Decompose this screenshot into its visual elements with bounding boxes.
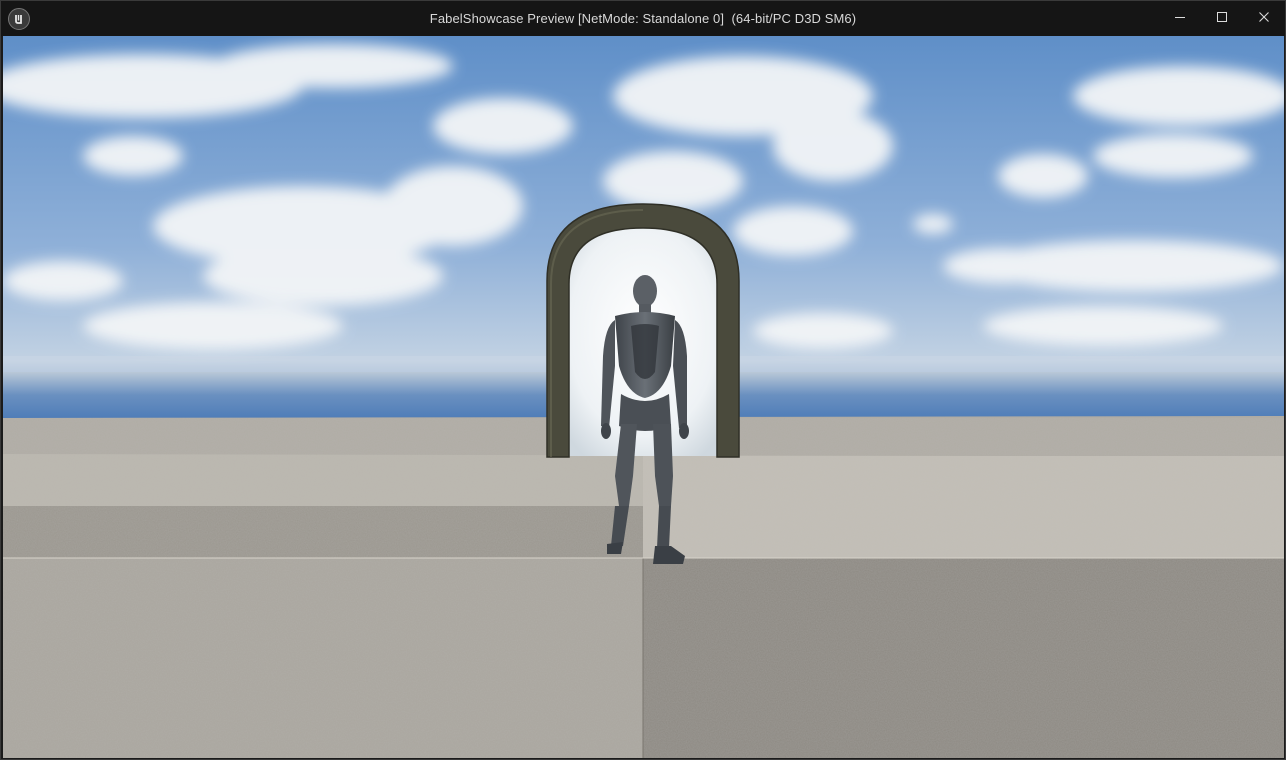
- title-bar[interactable]: FabelShowcase Preview [NetMode: Standalo…: [1, 1, 1285, 36]
- maximize-button[interactable]: [1201, 1, 1243, 33]
- maximize-icon: [1217, 12, 1227, 22]
- close-icon: [1259, 12, 1269, 22]
- ground-floor: [3, 416, 1284, 758]
- close-button[interactable]: [1243, 1, 1285, 33]
- minimize-button[interactable]: [1159, 1, 1201, 33]
- game-preview-window: FabelShowcase Preview [NetMode: Standalo…: [0, 0, 1286, 760]
- unreal-engine-logo-icon: [8, 8, 30, 30]
- window-controls: [1159, 1, 1285, 36]
- minimize-icon: [1175, 17, 1185, 18]
- game-viewport[interactable]: [3, 36, 1284, 758]
- window-title: FabelShowcase Preview [NetMode: Standalo…: [429, 11, 857, 26]
